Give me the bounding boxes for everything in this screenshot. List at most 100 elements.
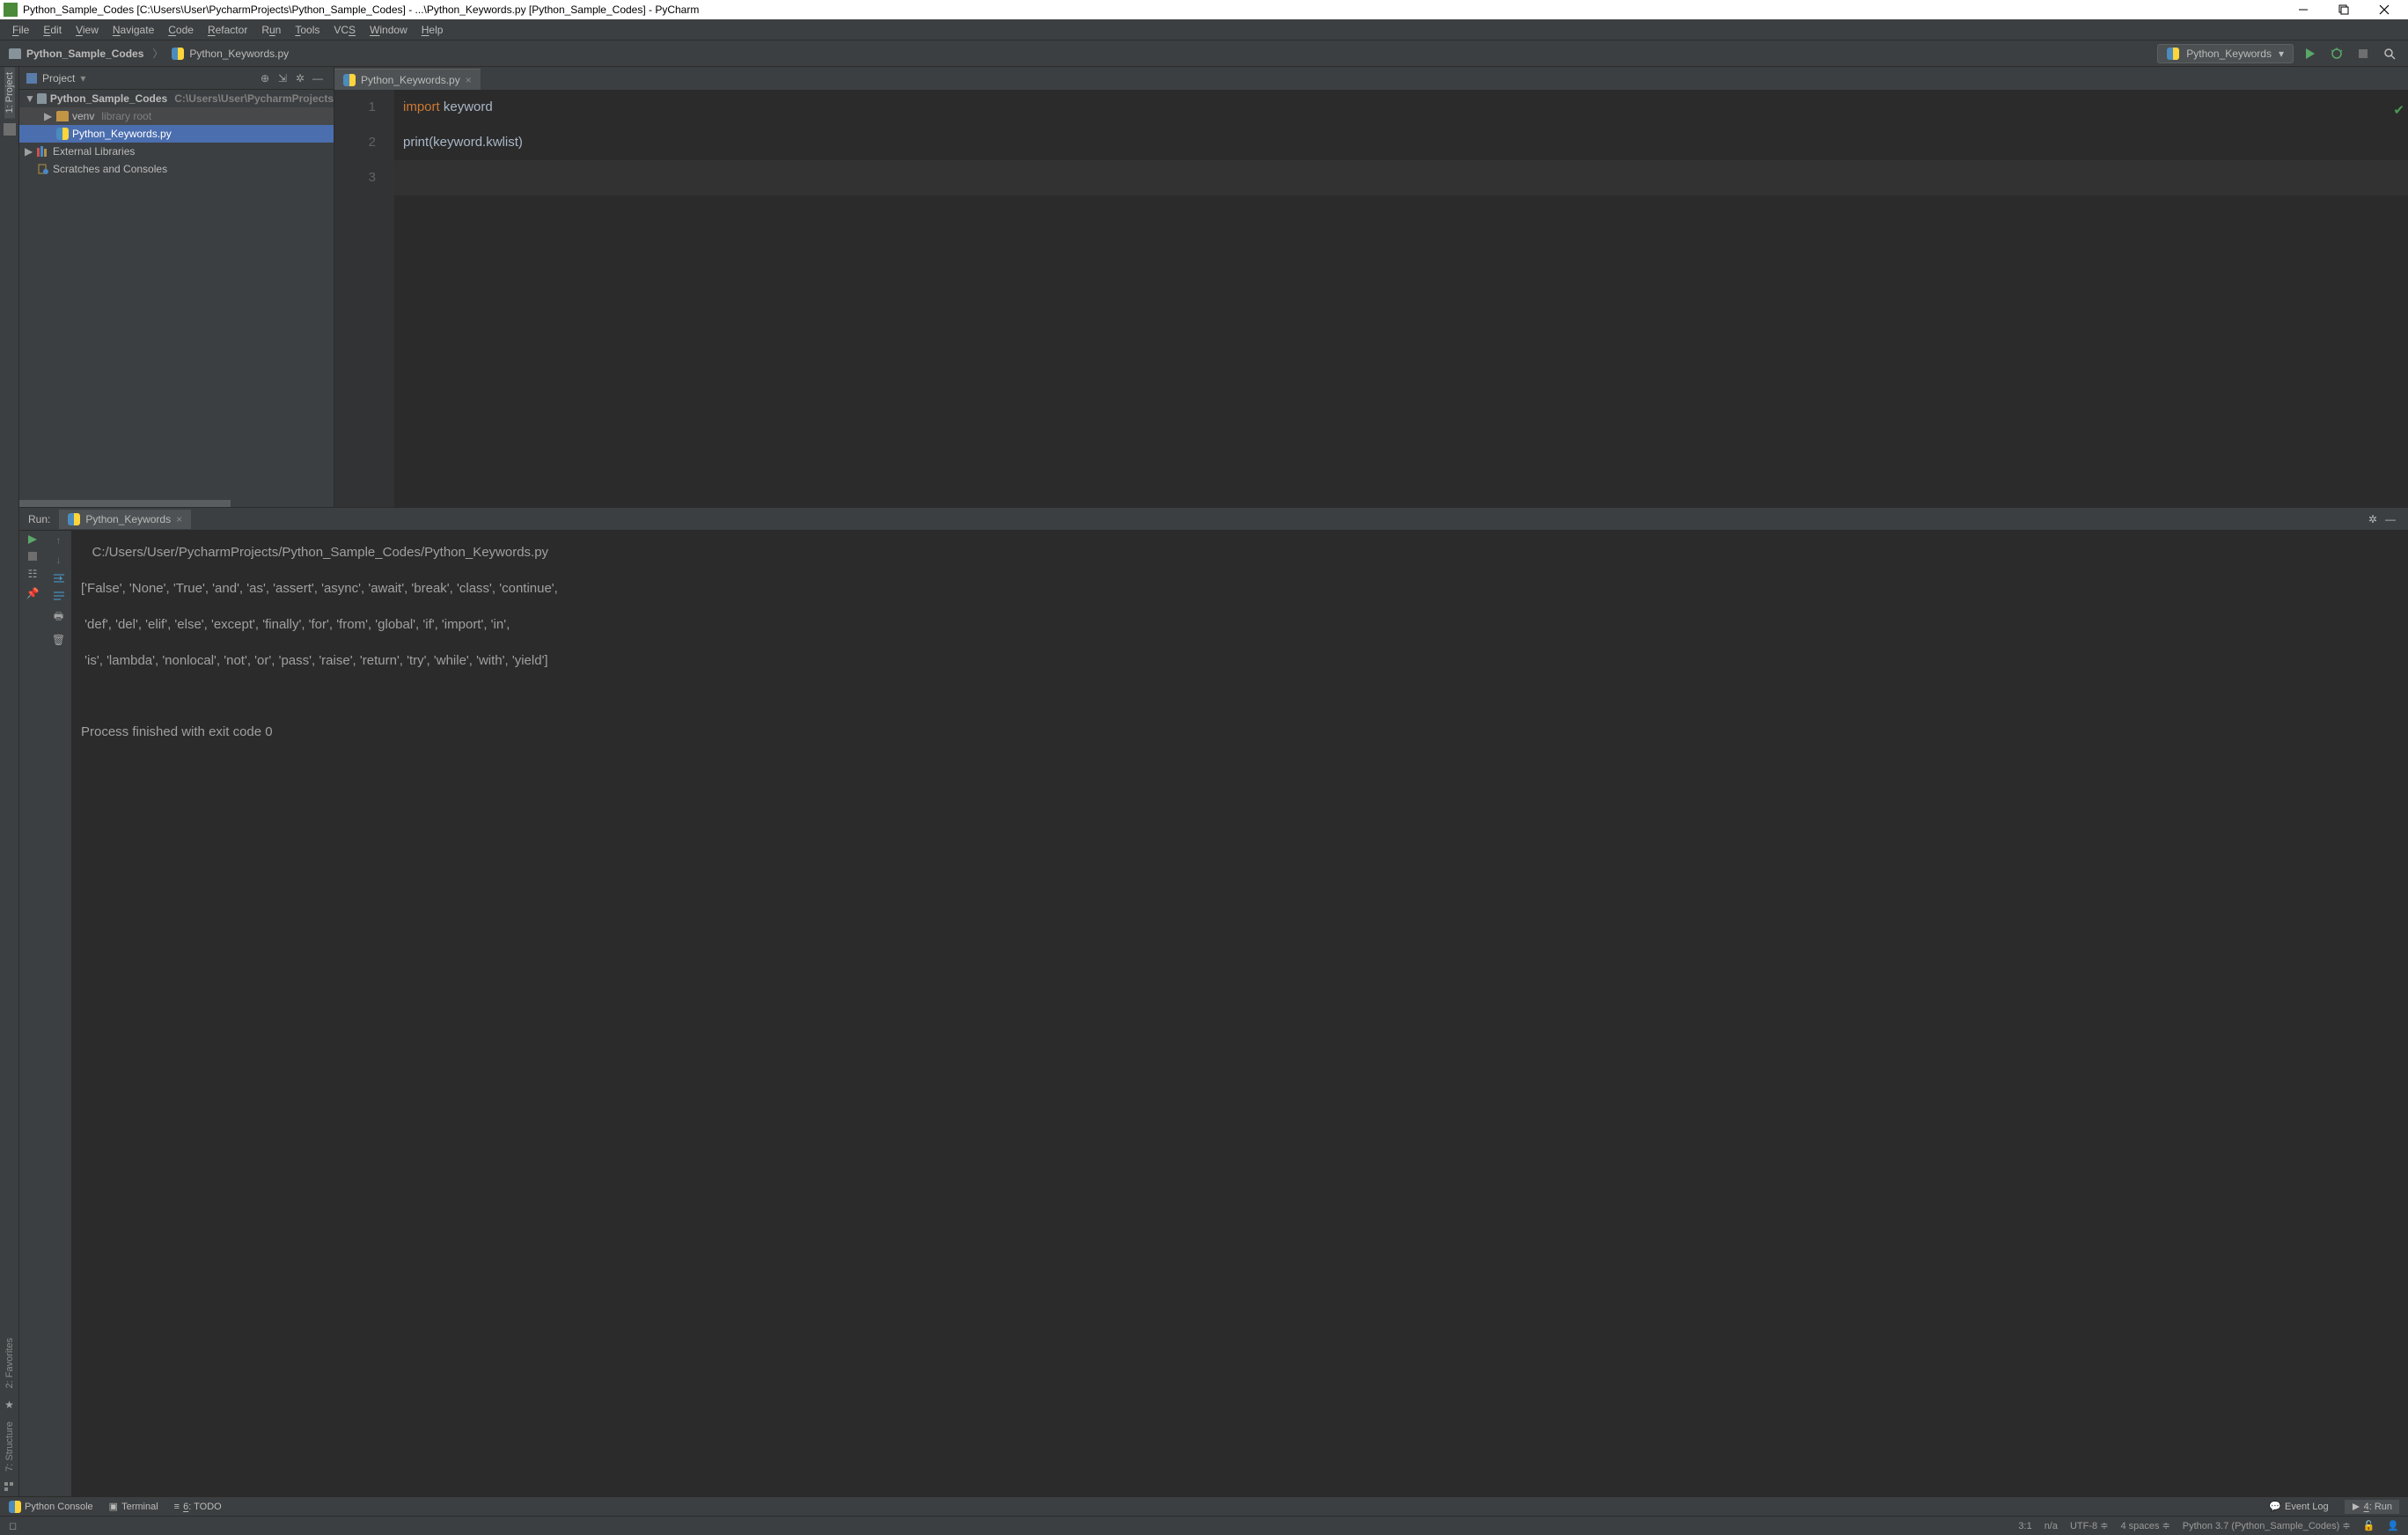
menu-edit[interactable]: Edit	[36, 19, 69, 40]
breadcrumb-file[interactable]: Python_Keywords.py	[189, 48, 289, 60]
stop-icon[interactable]	[28, 552, 37, 561]
expand-icon[interactable]: ▶	[44, 110, 53, 122]
window-title: Python_Sample_Codes [C:\Users\User\Pycha…	[23, 4, 2283, 16]
todo-label: 6: TODO	[183, 1502, 222, 1512]
expand-icon[interactable]: ⇲	[274, 70, 291, 87]
trash-icon[interactable]: 🗑	[52, 634, 65, 646]
tool-event-log[interactable]: 💬 Event Log	[2269, 1501, 2328, 1512]
status-indent[interactable]: 4 spaces ≑	[2120, 1520, 2169, 1531]
close-icon[interactable]: ×	[466, 74, 472, 86]
print-icon[interactable]: 🖶	[54, 608, 63, 627]
project-hscroll[interactable]	[19, 500, 334, 507]
window-titlebar: Python_Sample_Codes [C:\Users\User\Pycha…	[0, 0, 2408, 19]
down-icon[interactable]: ↓	[56, 554, 62, 566]
tool-tab-structure[interactable]: 7: Structure	[4, 1414, 15, 1479]
up-icon[interactable]: ↑	[56, 534, 62, 547]
settings-icon[interactable]: ✲	[291, 70, 309, 87]
tool-todo[interactable]: ≡ 6: TODO	[174, 1502, 222, 1512]
pin-icon[interactable]: 📌	[26, 587, 40, 599]
kw-import: import	[403, 99, 440, 114]
project-tree[interactable]: ▼ Python_Sample_Codes C:\Users\User\Pych…	[19, 90, 334, 500]
close-icon[interactable]: ×	[176, 513, 182, 525]
dropdown-icon[interactable]: ▾	[80, 72, 85, 84]
status-inspector-icon[interactable]: 👤	[2387, 1520, 2399, 1531]
python-file-icon	[172, 48, 184, 60]
scratches-icon	[37, 163, 49, 175]
project-panel-title[interactable]: Project	[42, 72, 75, 84]
breadcrumb-project[interactable]: Python_Sample_Codes	[26, 48, 143, 60]
python-console-label: Python Console	[25, 1502, 93, 1512]
python-file-icon	[343, 74, 356, 86]
tree-venv[interactable]: ▶ venv library root	[19, 107, 334, 125]
settings-icon[interactable]: ✲	[2364, 513, 2382, 525]
libs-icon	[37, 146, 49, 157]
code-word: keyword	[440, 99, 493, 114]
run-tab[interactable]: Python_Keywords ×	[59, 510, 191, 529]
menu-navigate[interactable]: Navigate	[106, 19, 161, 40]
output-exit: Process finished with exit code 0	[81, 724, 273, 739]
project-view-icon	[26, 73, 37, 84]
menu-view[interactable]: View	[69, 19, 106, 40]
run-config-selector[interactable]: Python_Keywords ▾	[2157, 44, 2294, 63]
left-tool-strip: 1: Project 2: Favorites ★ 7: Structure	[0, 67, 19, 1496]
tree-root-name: Python_Sample_Codes	[50, 92, 167, 105]
wrap-icon[interactable]	[53, 573, 65, 584]
stop-button[interactable]	[2353, 44, 2373, 63]
dock-icon[interactable]	[4, 123, 16, 136]
tree-root[interactable]: ▼ Python_Sample_Codes C:\Users\User\Pych…	[19, 90, 334, 107]
editor-tab-name: Python_Keywords.py	[361, 74, 460, 86]
code-rest: (keyword.kwlist)	[429, 135, 523, 150]
menu-file[interactable]: File	[5, 19, 36, 40]
code-text[interactable]: import keyword print(keyword.kwlist)	[394, 90, 2408, 507]
search-everywhere-button[interactable]	[2380, 44, 2399, 63]
run-config-name: Python_Keywords	[2186, 48, 2272, 60]
bottom-tool-bar: Python Console ▣ Terminal ≡ 6: TODO 💬 Ev…	[0, 1496, 2408, 1516]
expand-icon[interactable]: ▼	[25, 92, 33, 105]
python-icon	[9, 1501, 21, 1513]
tool-terminal[interactable]: ▣ Terminal	[109, 1501, 158, 1512]
rerun-icon[interactable]	[27, 534, 38, 545]
status-position[interactable]: 3:1	[2018, 1521, 2031, 1531]
hide-icon[interactable]: —	[2382, 513, 2399, 525]
menu-code[interactable]: Code	[161, 19, 201, 40]
menu-refactor[interactable]: Refactor	[201, 19, 254, 40]
status-lock-icon[interactable]: 🔓	[2363, 1520, 2375, 1531]
tree-file-name: Python_Keywords.py	[72, 128, 172, 140]
scroll-thumb[interactable]	[19, 500, 231, 507]
layout-icon[interactable]: ☷	[28, 568, 38, 580]
scroll-icon[interactable]	[53, 591, 65, 601]
tool-run[interactable]: 4: Run	[2345, 1500, 2399, 1514]
tool-tab-favorites[interactable]: 2: Favorites	[4, 1331, 15, 1395]
status-na[interactable]: n/a	[2045, 1521, 2058, 1531]
run-tab-name: Python_Keywords	[85, 513, 171, 525]
inspection-ok-icon[interactable]: ✔	[2393, 93, 2404, 129]
tree-file[interactable]: Python_Keywords.py	[19, 125, 334, 143]
editor-tab[interactable]: Python_Keywords.py ×	[334, 69, 481, 90]
run-button[interactable]	[2301, 44, 2320, 63]
status-windows-icon[interactable]: ◻	[9, 1520, 17, 1531]
menu-vcs[interactable]: VCS	[327, 19, 363, 40]
code-editor[interactable]: 1 2 3 import keyword print(keyword.kwlis…	[334, 90, 2408, 507]
maximize-button[interactable]	[2324, 0, 2364, 19]
tool-tab-project[interactable]: 1: Project	[4, 67, 15, 118]
status-encoding[interactable]: UTF-8 ≑	[2070, 1520, 2108, 1531]
close-button[interactable]	[2364, 0, 2404, 19]
tree-scratches[interactable]: Scratches and Consoles	[19, 160, 334, 178]
run-output[interactable]: C:/Users/User/PycharmProjects/Python_Sam…	[72, 531, 2408, 1496]
tool-python-console[interactable]: Python Console	[9, 1501, 93, 1513]
menu-tools[interactable]: Tools	[288, 19, 327, 40]
menu-window[interactable]: Window	[363, 19, 415, 40]
line-number: 2	[334, 125, 376, 160]
line-number: 3	[334, 160, 376, 195]
line-number: 1	[334, 90, 376, 125]
debug-button[interactable]	[2327, 44, 2346, 63]
tree-ext-libs[interactable]: ▶ External Libraries	[19, 143, 334, 160]
hide-icon[interactable]: —	[309, 70, 327, 87]
locate-icon[interactable]: ⊕	[256, 70, 274, 87]
expand-icon[interactable]: ▶	[25, 145, 33, 158]
status-interpreter[interactable]: Python 3.7 (Python_Sample_Codes) ≑	[2183, 1520, 2351, 1531]
terminal-label: Terminal	[121, 1502, 158, 1512]
menu-help[interactable]: Help	[415, 19, 451, 40]
menu-run[interactable]: Run	[254, 19, 288, 40]
minimize-button[interactable]	[2283, 0, 2324, 19]
